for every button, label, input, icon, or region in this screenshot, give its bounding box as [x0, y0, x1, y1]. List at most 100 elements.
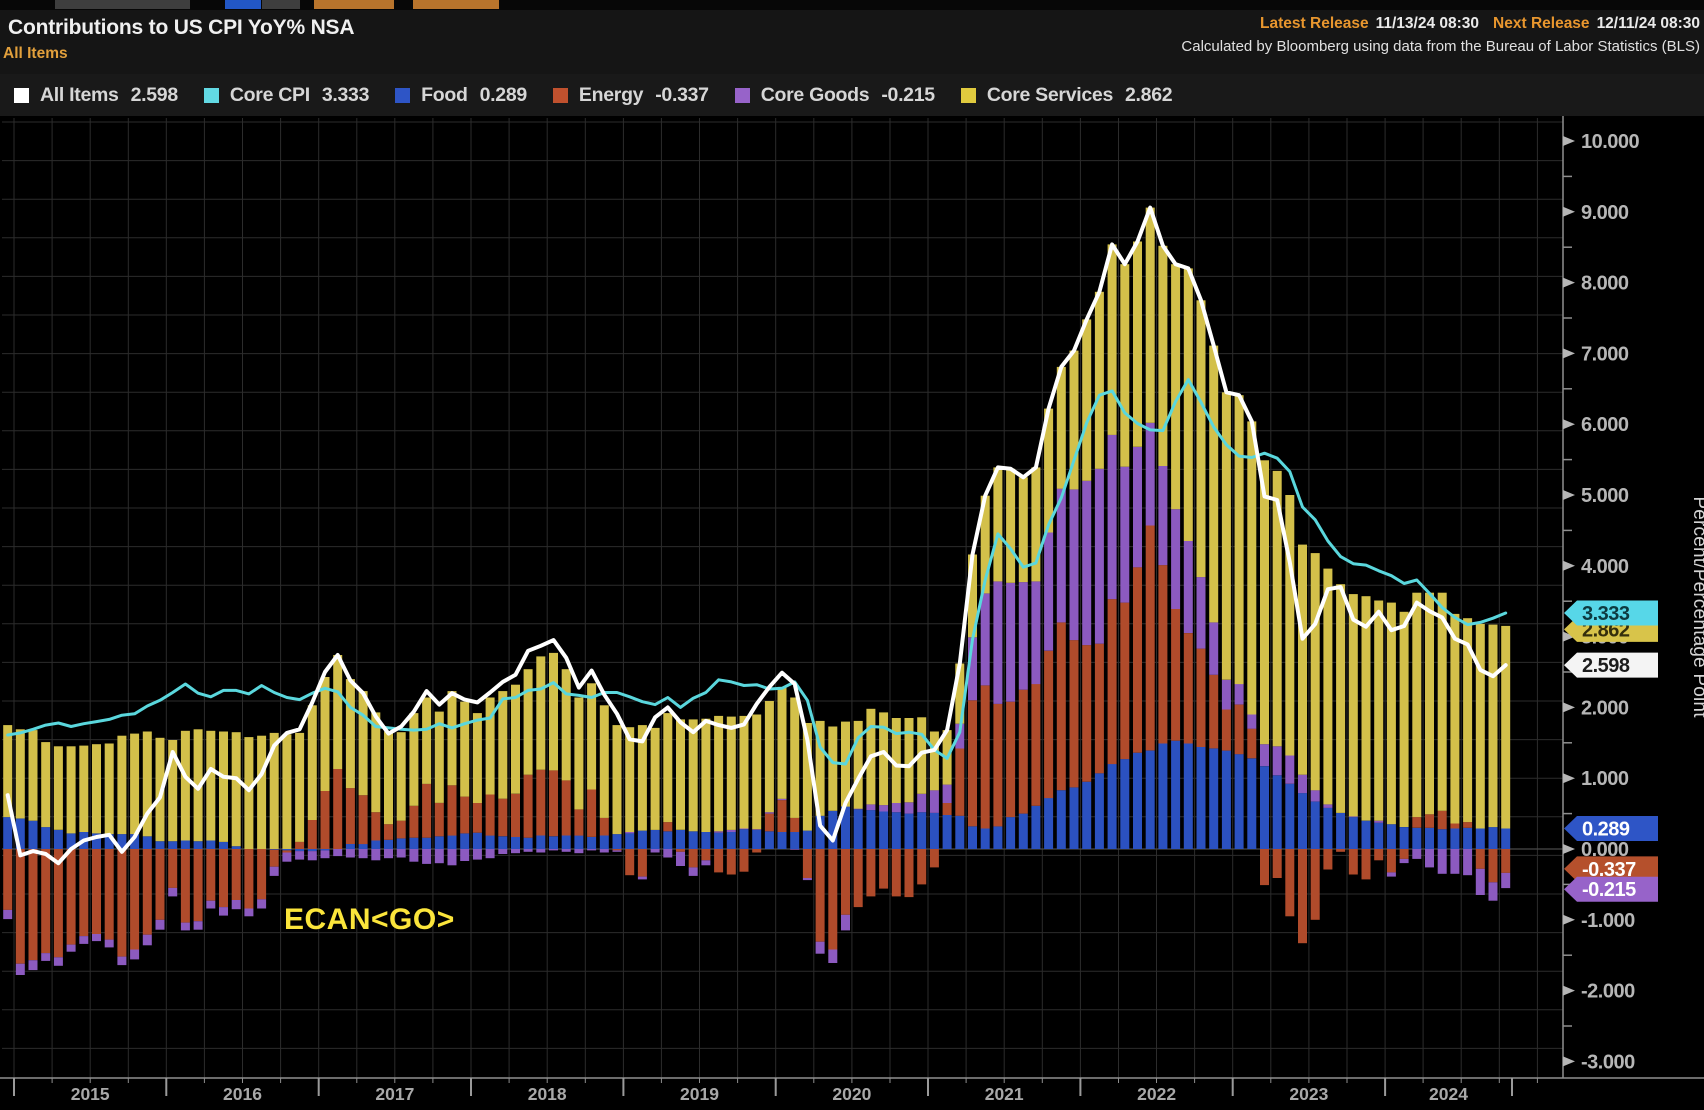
bar-energy[interactable]	[308, 820, 317, 849]
bar-food[interactable]	[981, 829, 990, 850]
bar-core-goods[interactable]	[1489, 882, 1498, 900]
bar-core-services[interactable]	[1006, 469, 1015, 583]
bar-energy[interactable]	[1489, 849, 1498, 882]
bar-food[interactable]	[219, 842, 228, 849]
bar-core-goods[interactable]	[384, 849, 393, 858]
bar-energy[interactable]	[1158, 565, 1167, 743]
bar-core-goods[interactable]	[549, 849, 558, 850]
bar-core-services[interactable]	[727, 717, 736, 830]
bar-core-services[interactable]	[219, 732, 228, 842]
bar-core-goods[interactable]	[1158, 466, 1167, 565]
bar-core-goods[interactable]	[1133, 447, 1142, 567]
bar-food[interactable]	[587, 837, 596, 849]
bar-energy[interactable]	[498, 799, 507, 837]
bar-core-services[interactable]	[1260, 460, 1269, 744]
bar-energy[interactable]	[1336, 849, 1345, 852]
bar-core-goods[interactable]	[105, 940, 114, 948]
bar-core-goods[interactable]	[308, 851, 317, 860]
bar-core-services[interactable]	[1095, 292, 1104, 469]
bar-food[interactable]	[1235, 754, 1244, 849]
bar-core-goods[interactable]	[905, 802, 914, 813]
bar-energy[interactable]	[79, 849, 88, 936]
bar-core-services[interactable]	[562, 669, 571, 780]
bar-core-goods[interactable]	[282, 853, 291, 862]
bar-core-goods[interactable]	[892, 803, 901, 812]
bar-core-services[interactable]	[384, 732, 393, 825]
bar-food[interactable]	[1387, 824, 1396, 849]
bar-energy[interactable]	[105, 849, 114, 940]
bar-food[interactable]	[1006, 817, 1015, 849]
bar-food[interactable]	[765, 831, 774, 849]
bar-core-services[interactable]	[613, 725, 622, 834]
bar-food[interactable]	[448, 836, 457, 850]
bar-core-goods[interactable]	[1070, 489, 1079, 640]
bar-energy[interactable]	[435, 803, 444, 836]
bar-food[interactable]	[194, 841, 203, 849]
bar-core-services[interactable]	[359, 691, 368, 795]
bar-core-goods[interactable]	[1450, 849, 1459, 874]
bar-core-services[interactable]	[460, 702, 469, 797]
bar-core-goods[interactable]	[409, 849, 418, 862]
bar-core-goods[interactable]	[778, 799, 787, 800]
bar-core-goods[interactable]	[1222, 680, 1231, 710]
bar-food[interactable]	[1082, 782, 1091, 849]
bar-energy[interactable]	[1146, 525, 1155, 750]
bar-energy[interactable]	[168, 849, 177, 888]
bar-core-services[interactable]	[1057, 367, 1066, 489]
bar-core-goods[interactable]	[574, 849, 583, 853]
bar-core-goods[interactable]	[1285, 756, 1294, 784]
bar-energy[interactable]	[359, 795, 368, 844]
bar-food[interactable]	[1298, 793, 1307, 849]
bar-core-goods[interactable]	[143, 935, 152, 946]
legend-item-food[interactable]: Food0.289	[395, 84, 527, 107]
bar-core-services[interactable]	[79, 746, 88, 832]
bar-energy[interactable]	[727, 849, 736, 875]
bar-core-goods[interactable]	[346, 849, 355, 858]
bar-core-services[interactable]	[1171, 264, 1180, 509]
bar-core-goods[interactable]	[562, 849, 571, 852]
bar-core-services[interactable]	[1311, 553, 1320, 790]
bar-core-goods[interactable]	[321, 850, 330, 858]
bar-core-services[interactable]	[29, 730, 38, 821]
bar-core-goods[interactable]	[270, 867, 279, 876]
bar-core-services[interactable]	[308, 705, 317, 820]
bar-energy[interactable]	[1501, 849, 1510, 873]
bar-energy[interactable]	[1209, 675, 1218, 749]
bar-food[interactable]	[1438, 829, 1447, 849]
bar-core-services[interactable]	[524, 669, 533, 775]
bar-energy[interactable]	[143, 849, 152, 935]
bar-energy[interactable]	[486, 795, 495, 836]
bar-core-goods[interactable]	[1501, 873, 1510, 888]
bar-food[interactable]	[41, 827, 50, 849]
bar-energy[interactable]	[816, 849, 825, 942]
bar-core-goods[interactable]	[41, 953, 50, 961]
bar-energy[interactable]	[29, 849, 38, 960]
bar-core-services[interactable]	[1197, 300, 1206, 577]
bar-energy[interactable]	[943, 803, 952, 815]
bar-core-services[interactable]	[54, 746, 63, 830]
bar-core-goods[interactable]	[79, 936, 88, 944]
bar-energy[interactable]	[892, 849, 901, 896]
bar-core-goods[interactable]	[422, 849, 431, 864]
bar-food[interactable]	[1400, 827, 1409, 849]
bar-food[interactable]	[29, 821, 38, 849]
bar-energy[interactable]	[1095, 644, 1104, 774]
bar-energy[interactable]	[536, 770, 545, 836]
bar-core-goods[interactable]	[790, 849, 799, 850]
bar-energy[interactable]	[1044, 651, 1053, 798]
bar-core-services[interactable]	[1400, 612, 1409, 827]
bar-food[interactable]	[206, 841, 215, 850]
bar-energy[interactable]	[993, 704, 1002, 827]
bar-core-goods[interactable]	[714, 831, 723, 832]
bar-core-services[interactable]	[397, 732, 406, 821]
bar-core-goods[interactable]	[1463, 849, 1472, 875]
bar-core-services[interactable]	[1336, 584, 1345, 813]
bar-energy[interactable]	[765, 814, 774, 832]
bar-core-services[interactable]	[1108, 244, 1117, 435]
bar-energy[interactable]	[1082, 645, 1091, 782]
bar-core-goods[interactable]	[1298, 775, 1307, 793]
bar-food[interactable]	[1108, 764, 1117, 849]
bar-food[interactable]	[409, 838, 418, 849]
bar-energy[interactable]	[879, 849, 888, 889]
bar-food[interactable]	[663, 831, 672, 849]
